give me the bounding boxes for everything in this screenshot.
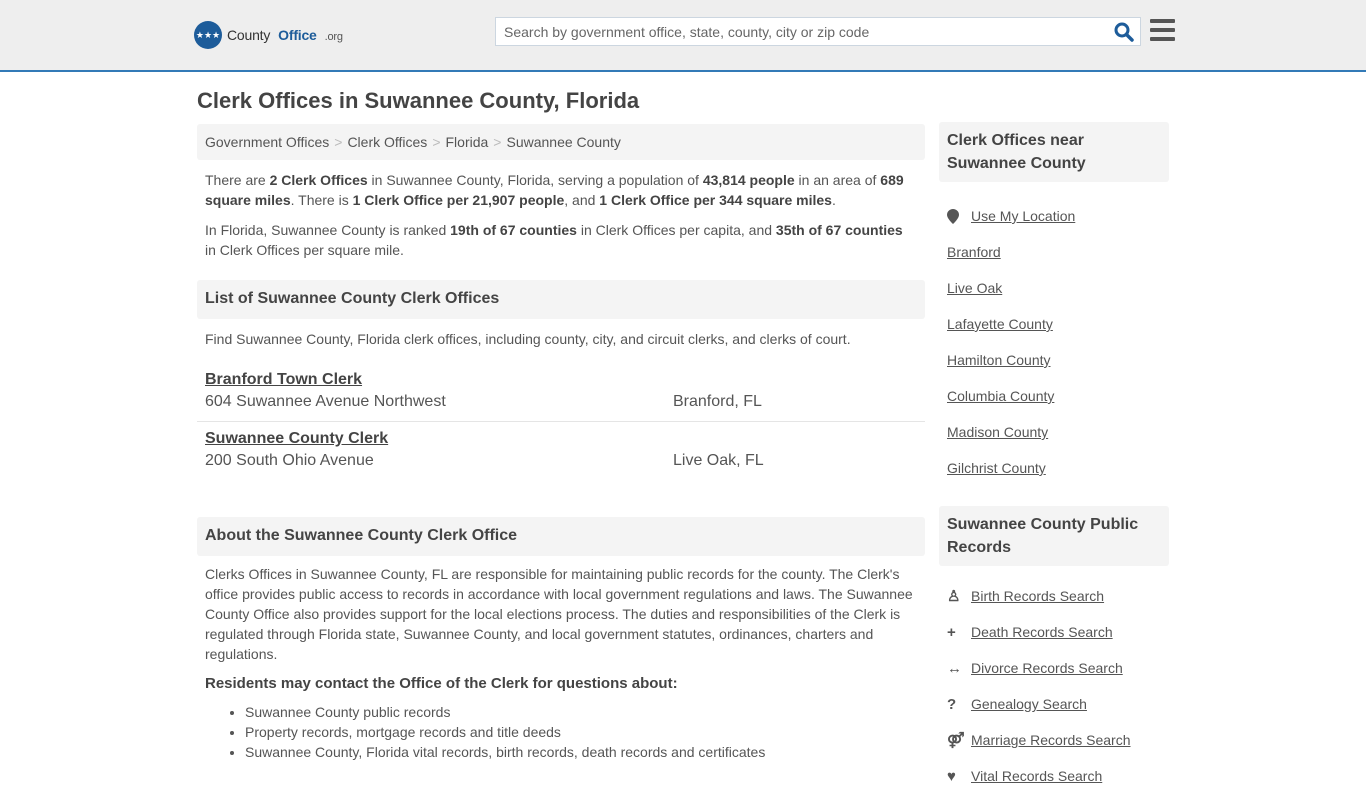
search-icon[interactable] <box>1114 22 1134 42</box>
main-content: Government Offices > Clerk Offices > Florida… <box>197 124 925 762</box>
nearby-offices-heading: Clerk Offices near Suwannee County <box>939 122 1169 182</box>
plus-icon: + <box>947 623 956 641</box>
nearby-item: Hamilton County <box>947 342 1161 378</box>
nearby-item: Columbia County <box>947 378 1161 414</box>
nearby-links: Use My Location Branford Live Oak Lafaye… <box>939 182 1169 486</box>
public-records-heading: Suwannee County Public Records <box>939 506 1169 566</box>
contact-topic-item: Suwannee County, Florida vital records, … <box>245 742 925 762</box>
divorce-records-link[interactable]: Divorce Records Search <box>971 660 1123 676</box>
list-section-heading: List of Suwannee County Clerk Offices <box>197 280 925 319</box>
logo-text: County Office .org <box>227 27 343 43</box>
contact-topics-list: Suwannee County public records Property … <box>197 702 925 762</box>
records-item: ♙ Birth Records Search <box>947 578 1161 614</box>
top-navbar: ★★★ County Office .org <box>0 0 1366 72</box>
breadcrumb: Government Offices > Clerk Offices > Florida… <box>197 124 925 160</box>
breadcrumb-government-offices[interactable]: Government Offices <box>205 134 329 150</box>
search-bar <box>495 17 1141 46</box>
marriage-records-link[interactable]: Marriage Records Search <box>971 732 1131 748</box>
use-my-location-item: Use My Location <box>947 198 1161 234</box>
nearby-item: Lafayette County <box>947 306 1161 342</box>
breadcrumb-clerk-offices[interactable]: Clerk Offices <box>347 134 427 150</box>
search-input[interactable] <box>496 18 1096 45</box>
venus-mars-icon: ⚤ <box>947 732 965 749</box>
about-section-heading: About the Suwannee County Clerk Office <box>197 517 925 556</box>
map-marker-icon <box>947 208 971 224</box>
records-item: ♥ Vital Records Search <box>947 758 1161 794</box>
office-entry: Suwannee County Clerk 200 South Ohio Ave… <box>197 421 925 480</box>
contact-topic-item: Suwannee County public records <box>245 702 925 722</box>
office-name-link[interactable]: Branford Town Clerk <box>205 369 362 391</box>
breadcrumb-florida[interactable]: Florida <box>446 134 489 150</box>
page-title: Clerk Offices in Suwannee County, Florid… <box>197 88 640 113</box>
nearby-item: Gilchrist County <box>947 450 1161 486</box>
office-city: Branford, FL <box>673 393 762 410</box>
nearby-item: Madison County <box>947 414 1161 450</box>
death-records-link[interactable]: Death Records Search <box>971 624 1113 640</box>
ranking-paragraph: In Florida, Suwannee County is ranked 19… <box>205 222 903 258</box>
nearby-link-madison-county[interactable]: Madison County <box>947 424 1048 440</box>
nearby-link-gilchrist-county[interactable]: Gilchrist County <box>947 460 1046 476</box>
breadcrumb-suwannee-county[interactable]: Suwannee County <box>506 134 620 150</box>
vital-records-link[interactable]: Vital Records Search <box>971 768 1102 784</box>
child-icon: ♙ <box>947 588 961 605</box>
site-logo[interactable]: ★★★ County Office .org <box>194 21 343 49</box>
office-city: Live Oak, FL <box>673 452 764 469</box>
nearby-link-branford[interactable]: Branford <box>947 244 1001 260</box>
nearby-item: Branford <box>947 234 1161 270</box>
use-my-location-link[interactable]: Use My Location <box>971 208 1075 224</box>
breadcrumb-separator: > <box>493 134 502 150</box>
about-text: Clerks Offices in Suwannee County, FL ar… <box>205 566 913 662</box>
office-address: 604 Suwannee Avenue Northwest <box>205 393 446 410</box>
heartbeat-icon: ♥ <box>947 767 956 785</box>
public-records-links: ♙ Birth Records Search + Death Records Sea… <box>939 566 1169 794</box>
records-item: ⚤ Marriage Records Search <box>947 722 1161 758</box>
eagle-seal-icon: ★★★ <box>194 21 222 49</box>
records-item: ↔ Divorce Records Search <box>947 650 1161 686</box>
list-intro: Find Suwannee County, Florida clerk offi… <box>205 331 851 347</box>
records-item: ? Genealogy Search <box>947 686 1161 722</box>
nearby-link-live-oak[interactable]: Live Oak <box>947 280 1002 296</box>
breadcrumb-separator: > <box>334 134 343 150</box>
genealogy-link[interactable]: Genealogy Search <box>971 696 1087 712</box>
office-address: 200 South Ohio Avenue <box>205 452 374 469</box>
hamburger-menu-icon[interactable] <box>1150 19 1175 41</box>
contact-heading: Residents may contact the Office of the … <box>205 675 678 692</box>
nearby-link-columbia-county[interactable]: Columbia County <box>947 388 1054 404</box>
breadcrumb-separator: > <box>432 134 441 150</box>
nearby-item: Live Oak <box>947 270 1161 306</box>
arrows-h-icon: ↔ <box>947 659 962 677</box>
birth-records-link[interactable]: Birth Records Search <box>971 588 1104 604</box>
office-entry: Branford Town Clerk 604 Suwannee Avenue … <box>197 363 925 421</box>
question-icon: ? <box>947 695 957 713</box>
contact-topic-item: Property records, mortgage records and t… <box>245 722 925 742</box>
nearby-link-hamilton-county[interactable]: Hamilton County <box>947 352 1051 368</box>
nearby-link-lafayette-county[interactable]: Lafayette County <box>947 316 1053 332</box>
sidebar: Clerk Offices near Suwannee County Use M… <box>939 122 1169 794</box>
summary-paragraph: There are 2 Clerk Offices in Suwannee Co… <box>205 172 904 208</box>
records-item: + Death Records Search <box>947 614 1161 650</box>
office-name-link[interactable]: Suwannee County Clerk <box>205 428 388 450</box>
